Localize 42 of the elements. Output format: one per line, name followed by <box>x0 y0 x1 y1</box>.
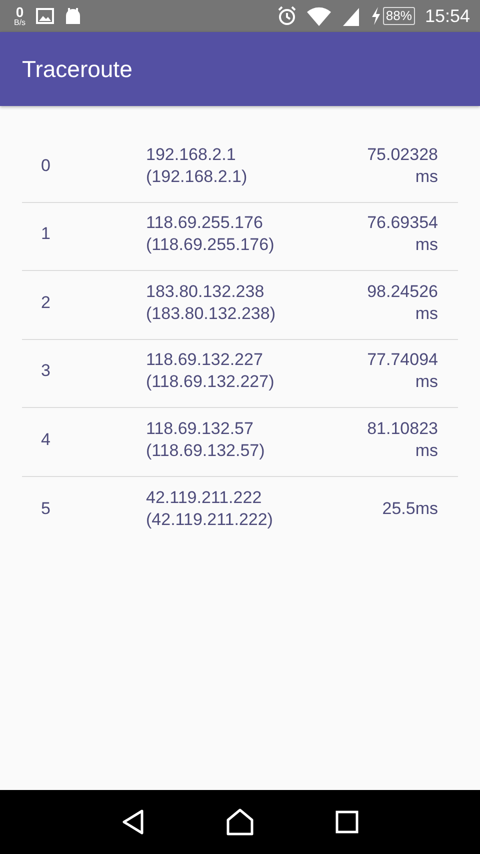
time-unit: ms <box>415 234 438 256</box>
host-address: (118.69.255.176) <box>146 234 274 256</box>
time-unit: ms <box>415 302 438 325</box>
home-icon[interactable] <box>226 808 254 836</box>
host-address: (118.69.132.227) <box>146 371 274 394</box>
hop-number: 5 <box>40 498 52 519</box>
round-trip-time: 81.10823 <box>367 418 438 440</box>
recent-apps-icon[interactable] <box>335 810 360 834</box>
image-icon <box>36 8 54 24</box>
host-address: (118.69.132.57) <box>146 440 265 462</box>
hop-number: 3 <box>40 361 52 382</box>
host-address: (183.80.132.238) <box>146 302 276 325</box>
charging-icon <box>370 7 381 25</box>
round-trip-time: 76.69354 <box>367 212 438 234</box>
wifi-icon <box>306 6 331 26</box>
battery: 88% <box>382 7 415 25</box>
time-unit: ms <box>415 440 438 462</box>
hop-number: 1 <box>40 224 52 244</box>
host-name: 42.119.211.222 <box>146 486 262 509</box>
host-name: 192.168.2.1 <box>146 144 236 166</box>
host-address: (192.168.2.1) <box>146 166 248 188</box>
hop-number: 0 <box>40 156 52 176</box>
network-speed: 0 B/s <box>14 5 26 27</box>
screen-title: Traceroute <box>22 56 132 82</box>
round-trip-time: 77.74094 <box>367 349 438 372</box>
host-name: 118.69.132.227 <box>146 349 263 372</box>
android-icon <box>64 8 82 24</box>
clock: 15:54 <box>424 6 470 26</box>
back-icon[interactable] <box>120 809 145 835</box>
hop-number: 4 <box>40 430 52 450</box>
hop-number: 2 <box>40 292 52 313</box>
time-unit: ms <box>415 371 438 394</box>
time-unit: ms <box>415 166 438 188</box>
round-trip-time: 98.24526 <box>367 280 438 303</box>
signal-icon <box>340 6 361 26</box>
alarm-icon <box>276 6 297 26</box>
host-name: 118.69.132.57 <box>146 418 254 440</box>
host-name: 183.80.132.238 <box>146 280 264 303</box>
host-name: 118.69.255.176 <box>146 212 263 234</box>
host-address: (42.119.211.222) <box>146 508 273 531</box>
round-trip-time: 75.02328 <box>367 144 438 166</box>
round-trip-time: 25.5ms <box>382 498 438 520</box>
